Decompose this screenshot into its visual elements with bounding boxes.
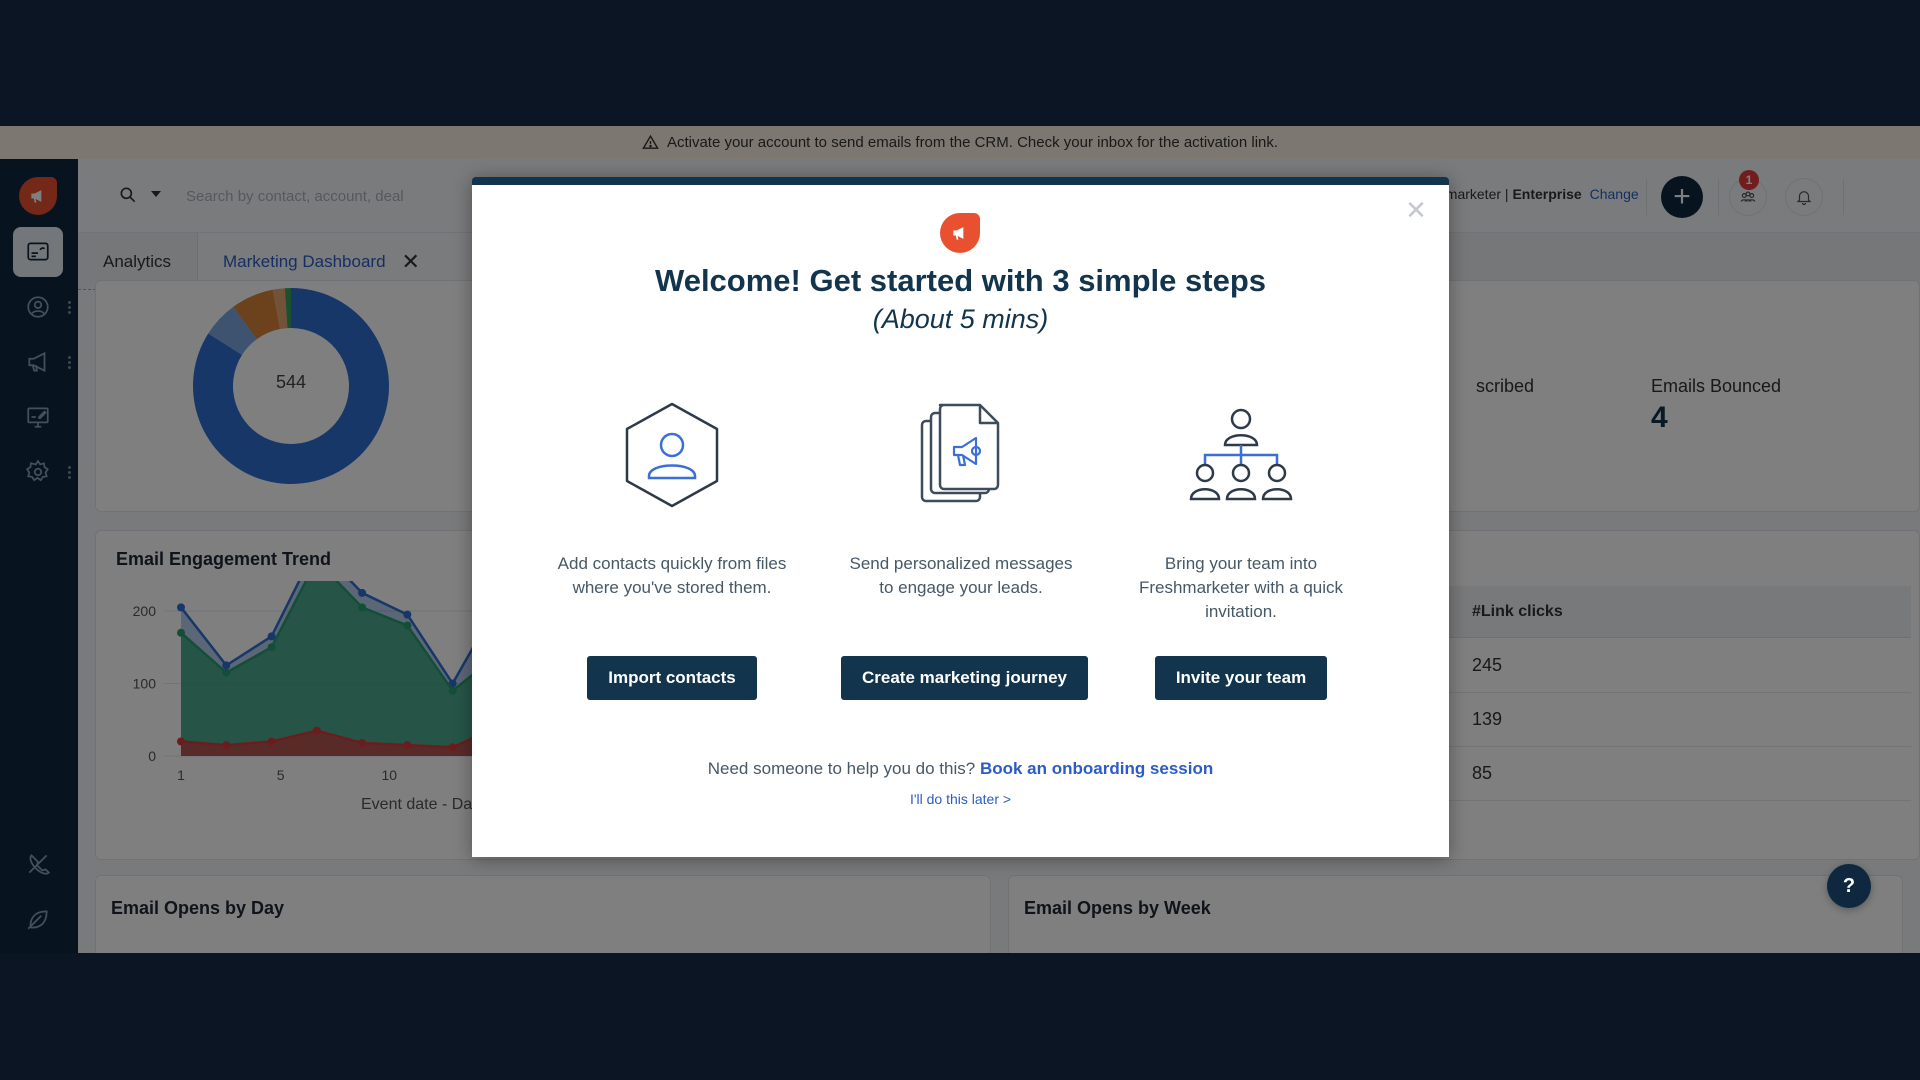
hexagon-user-icon [625, 402, 719, 508]
do-this-later-link[interactable]: I'll do this later > [472, 791, 1449, 807]
book-onboarding-link[interactable]: Book an onboarding session [980, 759, 1213, 778]
step-journey: Send personalized messages to engage you… [841, 400, 1089, 700]
letterbox-bottom [0, 953, 1920, 1080]
import-contacts-button[interactable]: Import contacts [587, 656, 757, 700]
letterbox-top [0, 0, 1920, 126]
welcome-modal: ✕ Welcome! Get started with 3 simple ste… [472, 177, 1449, 857]
onboarding-help: Need someone to help you do this? Book a… [472, 759, 1449, 779]
megaphone-logo-icon [953, 227, 964, 240]
modal-subtitle: (About 5 mins) [872, 304, 1049, 334]
close-icon[interactable]: ✕ [1403, 197, 1429, 223]
help-button[interactable]: ? [1827, 864, 1871, 908]
step-invite: Bring your team into Freshmarketer with … [1121, 400, 1361, 700]
help-text: Need someone to help you do this? [707, 759, 980, 778]
team-hierarchy-icon [1189, 408, 1293, 501]
step-description: Send personalized messages to engage you… [849, 554, 1073, 597]
invite-your-team-button[interactable]: Invite your team [1154, 656, 1328, 700]
create-marketing-journey-button[interactable]: Create marketing journey [841, 656, 1089, 700]
step-description: Add contacts quickly from files where yo… [557, 554, 787, 597]
step-description: Bring your team into Freshmarketer with … [1138, 554, 1344, 621]
step-import: Add contacts quickly from files where yo… [552, 400, 792, 700]
documents-megaphone-icon [920, 403, 1000, 503]
app-logo [940, 213, 980, 253]
modal-title: Welcome! Get started with 3 simple steps [655, 263, 1266, 298]
